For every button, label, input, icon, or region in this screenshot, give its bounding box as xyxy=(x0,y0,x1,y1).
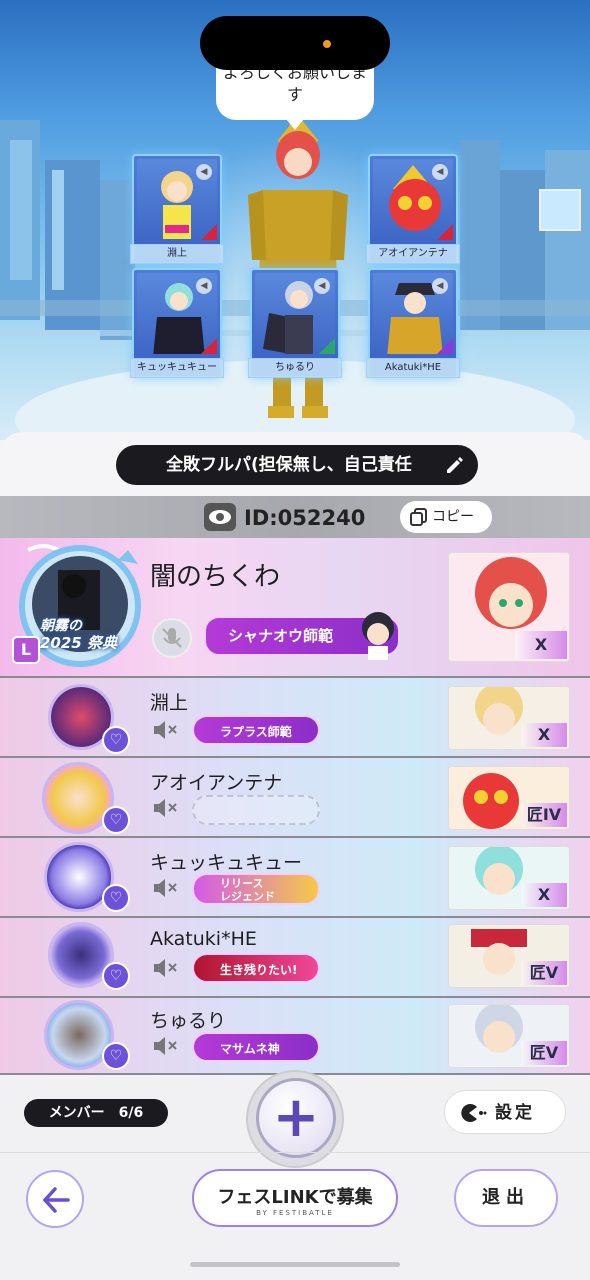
speaker-muted-icon[interactable] xyxy=(152,876,180,900)
member-title-plate: ラプラス師範 xyxy=(192,715,320,745)
card-name: アオイアンテナ xyxy=(366,244,460,264)
scene-card-2[interactable]: ◀ アオイアンテナ xyxy=(366,154,460,264)
rank-badge: X xyxy=(521,883,567,907)
heart-icon: ♡ xyxy=(102,884,130,912)
divider xyxy=(0,1152,590,1153)
arrow-left-icon xyxy=(42,1187,70,1213)
home-indicator xyxy=(190,1262,400,1267)
party-name-text: 全敗フルパ(担保無し、自己責任 xyxy=(166,455,412,475)
add-member-button[interactable]: + xyxy=(256,1078,336,1158)
copy-icon xyxy=(410,508,427,526)
heart-icon: ♡ xyxy=(102,806,130,834)
heart-icon: ♡ xyxy=(102,1042,130,1070)
event-badge-line2: 2025 xyxy=(40,634,82,652)
member-title-plate: リリース レジェンド xyxy=(192,873,320,905)
character-card[interactable]: 匠IV xyxy=(448,766,570,830)
title-chibi-icon xyxy=(362,612,394,660)
member-title: シャナオウ師範 xyxy=(228,627,334,645)
fes-link-logo: フェスLINKで募集 xyxy=(194,1183,396,1209)
privacy-indicator xyxy=(323,40,331,48)
member-title: リリース レジェンド xyxy=(220,877,275,903)
fes-link-link: LINK xyxy=(271,1187,319,1208)
card-name: ちゅるり xyxy=(248,358,342,378)
card-flag xyxy=(201,224,217,240)
heart-icon: ♡ xyxy=(102,962,130,990)
scene-card-5[interactable]: ◀ Akatuki*HE xyxy=(366,268,460,378)
speaker-muted-icon[interactable] xyxy=(152,796,180,820)
member-title: ラプラス師範 xyxy=(220,725,292,739)
settings-label: 設定 xyxy=(495,1103,535,1123)
event-badge-line1: 朝霧の xyxy=(40,618,82,634)
speaker-muted-icon[interactable] xyxy=(152,1034,180,1058)
rank-badge: 匠IV xyxy=(521,803,567,827)
rank-badge: X xyxy=(521,723,567,747)
speaker-muted-icon[interactable] xyxy=(152,956,180,980)
event-badge-text: 朝霧の 2025 祭典 xyxy=(40,618,158,652)
back-button[interactable] xyxy=(26,1170,84,1228)
camera-notch xyxy=(200,16,390,70)
member-title: 生き残りたい! xyxy=(220,963,298,977)
event-badge-line3: 祭典 xyxy=(86,634,117,652)
mute-icon: ◀ xyxy=(196,164,212,180)
character-card[interactable]: 匠V xyxy=(448,1004,570,1068)
card-flag xyxy=(319,338,335,354)
member-name: 淵上 xyxy=(150,692,189,714)
copy-button[interactable]: コピー xyxy=(400,501,492,533)
card-name: キュッキュキュー xyxy=(130,358,224,378)
member-name: キュッキュキュー xyxy=(150,852,303,874)
mute-icon: ◀ xyxy=(432,164,448,180)
member-title-plate-empty xyxy=(192,795,320,825)
mute-icon: ◀ xyxy=(196,278,212,294)
fes-link-recruit-button[interactable]: フェスLINKで募集 BY FESTIBATLE xyxy=(192,1169,398,1227)
copy-label: コピー xyxy=(432,509,474,525)
leader-badge: L xyxy=(12,636,40,664)
character-card[interactable]: 匠V xyxy=(448,924,570,988)
speaker-muted-icon[interactable] xyxy=(152,718,180,742)
character-card[interactable]: X xyxy=(448,552,570,662)
rank-badge: 匠V xyxy=(521,1041,567,1065)
rank-badge: 匠V xyxy=(521,961,567,985)
member-name: アオイアンテナ xyxy=(150,772,283,794)
pencil-icon xyxy=(447,457,463,473)
mic-muted-icon[interactable] xyxy=(152,618,192,658)
member-count: メンバー 6/6 xyxy=(24,1099,168,1127)
mute-icon: ◀ xyxy=(432,278,448,294)
card-flag xyxy=(201,338,217,354)
member-title-plate: マサムネ神 xyxy=(192,1032,320,1062)
scene-card-3[interactable]: ◀ キュッキュキュー xyxy=(130,268,224,378)
card-flag xyxy=(437,224,453,240)
fes-link-pre: フェス xyxy=(217,1187,272,1208)
character-card[interactable]: X xyxy=(448,686,570,750)
rank-badge: X xyxy=(515,631,567,659)
card-name: 淵上 xyxy=(130,244,224,264)
exit-button[interactable]: 退出 xyxy=(454,1169,558,1227)
member-name: Akatuki*HE xyxy=(150,928,257,950)
room-id: ID:052240 xyxy=(244,506,366,530)
party-name-button[interactable]: 全敗フルパ(担保無し、自己責任 xyxy=(116,445,478,485)
member-title: マサムネ神 xyxy=(220,1042,280,1056)
heart-icon: ♡ xyxy=(102,726,130,754)
settings-button[interactable]: 設定 xyxy=(444,1090,566,1134)
character-card[interactable]: X xyxy=(448,846,570,910)
pacman-icon xyxy=(461,1104,487,1122)
fes-link-sub: BY FESTIBATLE xyxy=(256,1209,334,1217)
member-name: 闇のちくわ xyxy=(150,562,281,592)
scene-card-1[interactable]: ◀ 淵上 xyxy=(130,154,224,264)
member-name: ちゅるり xyxy=(150,1010,227,1032)
fes-link-post: で募集 xyxy=(318,1187,373,1208)
event-badge-line-year: 2025 祭典 xyxy=(40,635,158,652)
card-name: Akatuki*HE xyxy=(366,358,460,378)
mute-icon: ◀ xyxy=(314,278,330,294)
scene-card-4[interactable]: ◀ ちゅるり xyxy=(248,268,342,378)
eye-icon[interactable] xyxy=(204,503,236,531)
member-title-plate: 生き残りたい! xyxy=(192,953,320,983)
card-flag xyxy=(437,338,453,354)
